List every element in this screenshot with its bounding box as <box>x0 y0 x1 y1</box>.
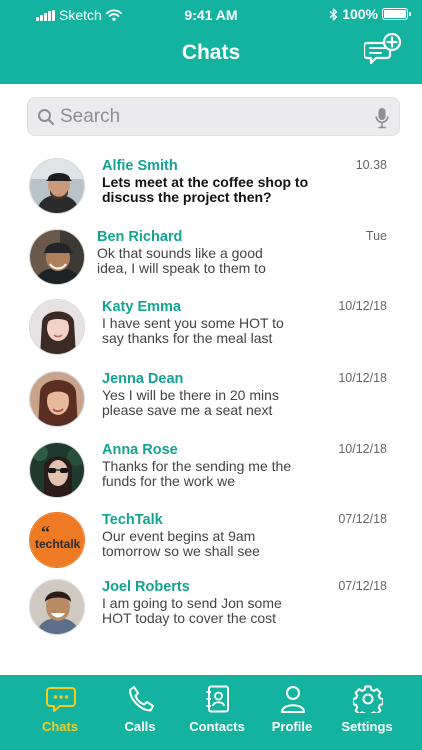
tab-label: Chats <box>41 719 79 734</box>
chat-item-joel-roberts[interactable]: Joel Roberts 07/12/18 I am going to send… <box>0 579 422 649</box>
message-preview: Ok that sounds like a good idea, I will … <box>97 245 266 276</box>
message-time: 10/12/18 <box>338 299 387 313</box>
chat-item-katy-emma[interactable]: Katy Emma 10/12/18 I have sent you some … <box>0 299 422 369</box>
contact-name: Joel Roberts <box>102 579 190 595</box>
person-icon <box>281 686 305 713</box>
avatar <box>29 299 85 355</box>
chat-item-ben-richard[interactable]: Ben Richard Tue Ok that sounds like a go… <box>0 229 422 299</box>
message-preview: Lets meet at the coffee shop to discuss … <box>102 174 309 205</box>
message-preview: Yes I will be there in 20 mins please sa… <box>102 387 279 418</box>
status-bar: Sketch 9:41 AM 100% <box>0 0 422 30</box>
message-preview: I have sent you some HOT to say thanks f… <box>102 315 284 346</box>
contact-name: Ben Richard <box>97 229 183 245</box>
tab-settings[interactable]: Settings <box>325 675 409 750</box>
message-time: Tue <box>365 229 387 243</box>
tab-label: Profile <box>271 719 313 734</box>
message-time: 10.38 <box>355 158 387 172</box>
microphone-icon[interactable] <box>375 107 389 129</box>
avatar <box>29 579 85 635</box>
message-time: 07/12/18 <box>338 579 387 593</box>
message-time: 10/12/18 <box>338 371 387 385</box>
logo-text: techtalk <box>35 537 81 551</box>
contact-name: TechTalk <box>102 512 163 528</box>
message-time: 07/12/18 <box>338 512 387 526</box>
search-bar[interactable] <box>27 97 400 136</box>
phone-icon <box>129 686 154 712</box>
tab-label: Contacts <box>189 719 245 734</box>
avatar <box>29 229 85 285</box>
gear-icon <box>353 685 383 713</box>
page-title: Chats <box>181 41 241 64</box>
search-input[interactable] <box>60 98 360 135</box>
search-icon <box>38 109 55 126</box>
tab-bar: Chats Calls Contacts Profile Settings <box>0 675 422 750</box>
contact-name: Jenna Dean <box>102 371 184 387</box>
message-time: 10/12/18 <box>338 442 387 456</box>
bluetooth-icon <box>329 7 338 20</box>
message-preview: Thanks for the sending me the funds for … <box>102 458 292 489</box>
tab-label: Settings <box>341 719 393 734</box>
contact-name: Anna Rose <box>102 442 178 458</box>
header: Sketch 9:41 AM 100% Chats <box>0 0 422 84</box>
chat-item-alfie-smith[interactable]: Alfie Smith 10.38 Lets meet at the coffe… <box>0 158 422 228</box>
avatar <box>29 158 85 214</box>
message-preview: Our event begins at 9am tomorrow so we s… <box>102 528 260 559</box>
tab-profile[interactable]: Profile <box>250 675 334 750</box>
message-preview: I am going to send Jon some HOT today to… <box>102 595 282 626</box>
status-right: 100% <box>329 6 411 22</box>
tab-chats[interactable]: Chats <box>18 675 102 750</box>
new-chat-icon[interactable] <box>364 32 402 68</box>
contact-name: Alfie Smith <box>102 158 178 174</box>
tab-label: Calls <box>124 719 156 734</box>
chat-bubble-icon <box>46 687 76 712</box>
avatar <box>29 442 85 498</box>
contacts-book-icon <box>206 685 229 713</box>
chat-item-jenna-dean[interactable]: Jenna Dean 10/12/18 Yes I will be there … <box>0 371 422 441</box>
chat-item-anna-rose[interactable]: Anna Rose 10/12/18 Thanks for the sendin… <box>0 442 422 512</box>
battery-label: 100% <box>342 6 378 22</box>
avatar <box>29 371 85 427</box>
chat-item-techtalk[interactable]: “ techtalk TechTalk 07/12/18 Our event b… <box>0 512 422 582</box>
tab-calls[interactable]: Calls <box>98 675 182 750</box>
tab-contacts[interactable]: Contacts <box>175 675 259 750</box>
contact-name: Katy Emma <box>102 299 181 315</box>
battery-icon <box>382 8 411 20</box>
techtalk-logo: “ techtalk <box>29 512 85 568</box>
